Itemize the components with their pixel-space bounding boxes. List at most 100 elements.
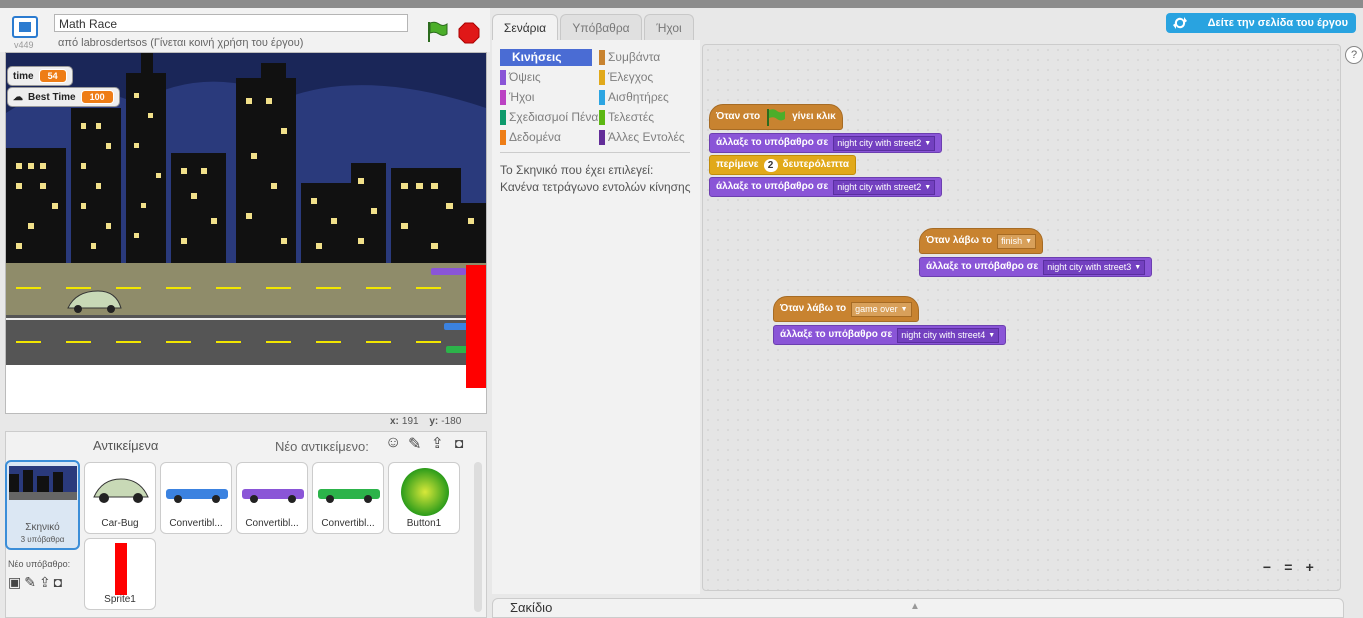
palette-message: Το Σκηνικό που έχει επιλεγεί: Κανένα τετ… xyxy=(500,162,690,196)
sprite1-thumb xyxy=(115,543,127,595)
message-dropdown[interactable]: game over ▼ xyxy=(851,301,912,317)
sprites-title: Αντικείμενα xyxy=(93,438,159,453)
mouse-coordinates: x: 191 y: -180 xyxy=(390,416,462,427)
sprite-tile[interactable]: Sprite1 xyxy=(84,538,156,610)
sprite-tile[interactable]: Button1 xyxy=(388,462,460,534)
project-title-input[interactable]: Math Race xyxy=(54,14,408,32)
when-flag-clicked-block[interactable]: Όταν στο γίνει κλικ xyxy=(709,104,843,130)
switch-backdrop-block[interactable]: άλλαξε το υπόβαθρο σε night city with st… xyxy=(919,257,1153,277)
backdrop-dropdown[interactable]: night city with street3 ▼ xyxy=(1043,259,1146,275)
y-value: -180 xyxy=(441,416,462,427)
stage-backdrop xyxy=(6,53,486,413)
category-looks[interactable]: Όψεις xyxy=(500,69,541,86)
category-pen[interactable]: Σχεδιασμοί Πένα xyxy=(500,109,598,126)
category-operators[interactable]: Τελεστές xyxy=(599,109,654,126)
category-control[interactable]: Έλεγχος xyxy=(599,69,653,86)
sprite-name: Sprite1 xyxy=(104,594,136,605)
zoom-reset-icon[interactable]: = xyxy=(1279,559,1297,575)
sprite-name: Car-Bug xyxy=(101,518,139,529)
choose-sprite-icon[interactable]: ☺ xyxy=(385,434,401,452)
cloud-icon: ☁ xyxy=(13,91,23,103)
red-bar-sprite xyxy=(466,265,486,388)
top-menu-strip xyxy=(0,0,1363,8)
zoom-in-icon[interactable]: + xyxy=(1301,559,1319,575)
switch-backdrop-block[interactable]: άλλαξε το υπόβαθρο σε night city with st… xyxy=(709,133,943,153)
upload-sprite-icon[interactable]: ⇪ xyxy=(431,434,444,452)
category-sound[interactable]: Ήχοι xyxy=(500,89,534,106)
new-sprite-label: Νέο αντικείμενο: xyxy=(275,439,369,454)
category-motion[interactable]: Κινήσεις xyxy=(500,49,592,66)
tab-scripts[interactable]: Σενάρια xyxy=(492,14,558,41)
time-monitor: time 54 xyxy=(7,66,73,86)
category-events[interactable]: Συμβάντα xyxy=(599,49,660,66)
version-label: v449 xyxy=(14,40,34,50)
convertible-purple xyxy=(431,268,466,275)
switch-backdrop-block[interactable]: άλλαξε το υπόβαθρο σε night city with st… xyxy=(773,325,1007,345)
sprite-name: Convertibl... xyxy=(245,518,299,529)
backpack-label: Σακίδιο xyxy=(510,600,553,615)
when-receive-block[interactable]: Όταν λάβω το finish ▼ xyxy=(919,228,1044,254)
dropdown-caret-icon: ▼ xyxy=(924,139,932,147)
best-time-value: 100 xyxy=(80,90,114,104)
button1-thumb xyxy=(401,468,449,516)
stage[interactable]: time 54 ☁ Best Time 100 xyxy=(5,52,487,414)
switch-backdrop-block[interactable]: άλλαξε το υπόβαθρο σε night city with st… xyxy=(709,177,943,197)
stage-thumb-image xyxy=(9,466,77,500)
sprite-name: Convertibl... xyxy=(321,518,375,529)
best-time-label: Best Time xyxy=(28,91,76,103)
convertible-blue-thumb xyxy=(166,489,228,503)
category-data[interactable]: Δεδομένα xyxy=(500,129,561,146)
palette-divider xyxy=(500,152,690,153)
best-time-monitor: ☁ Best Time 100 xyxy=(7,87,120,107)
car-bug-thumb xyxy=(93,478,149,503)
stage-thumb-sub: 3 υπόβαθρα xyxy=(20,535,65,544)
sprite-list-scrollbar[interactable] xyxy=(474,462,482,612)
palette-message-line2: Κανένα τετράγωνο εντολών κίνησης xyxy=(500,180,691,194)
green-flag-icon[interactable] xyxy=(425,20,449,44)
new-backdrop-label: Νέο υπόβαθρο: xyxy=(8,559,71,569)
sprite-tile[interactable]: Convertibl... xyxy=(160,462,232,534)
dropdown-caret-icon: ▼ xyxy=(924,183,932,191)
sprite-tile[interactable]: Convertibl... xyxy=(236,462,308,534)
time-label: time xyxy=(13,70,34,82)
palette-message-line1: Το Σκηνικό που έχει επιλεγεί: xyxy=(500,163,654,177)
see-project-page-button[interactable]: Δείτε την σελίδα του έργου xyxy=(1166,13,1356,33)
camera-sprite-icon[interactable]: ◘ xyxy=(455,435,463,451)
sprite-name: Convertibl... xyxy=(169,518,223,529)
chevron-up-icon[interactable]: ▲ xyxy=(910,601,920,612)
sprite-tile[interactable]: Car-Bug xyxy=(84,462,156,534)
stage-thumb-label: Σκηνικό xyxy=(25,522,60,533)
stop-icon[interactable] xyxy=(458,22,480,44)
green-flag-icon xyxy=(767,109,786,126)
help-icon[interactable]: ? xyxy=(1345,46,1363,64)
convertible-purple-thumb xyxy=(242,489,304,503)
tab-backdrops[interactable]: Υπόβαθρα xyxy=(560,14,642,41)
backdrop-dropdown[interactable]: night city with street2 ▼ xyxy=(833,135,936,151)
dropdown-caret-icon: ▼ xyxy=(1134,263,1142,271)
category-more-blocks[interactable]: Άλλες Εντολές xyxy=(599,129,685,146)
convertible-green-thumb xyxy=(318,489,380,503)
fullscreen-icon[interactable] xyxy=(12,16,38,38)
sprite-tile[interactable]: Convertibl... xyxy=(312,462,384,534)
dropdown-caret-icon: ▼ xyxy=(900,305,908,313)
time-value: 54 xyxy=(38,69,67,83)
share-button-label: Δείτε την σελίδα του έργου xyxy=(1207,17,1348,29)
wait-block[interactable]: περίμενε 2 δευτερόλεπτα xyxy=(709,155,856,175)
category-sensing[interactable]: Αισθητήρες xyxy=(599,89,669,106)
stage-thumbnail[interactable]: Σκηνικό 3 υπόβαθρα xyxy=(5,460,80,550)
author-line: από labrosdertsos (Γίνεται κοινή χρήση τ… xyxy=(58,37,304,49)
when-receive-block[interactable]: Όταν λάβω το game over ▼ xyxy=(773,296,919,322)
sprite-name: Button1 xyxy=(406,518,442,529)
wait-seconds-input[interactable]: 2 xyxy=(763,158,778,172)
backdrop-dropdown[interactable]: night city with street2 ▼ xyxy=(833,179,936,195)
dropdown-caret-icon: ▼ xyxy=(1025,237,1033,245)
share-icon xyxy=(1173,17,1187,29)
paint-sprite-icon[interactable]: ✎ xyxy=(408,434,421,454)
tab-sounds[interactable]: Ήχοι xyxy=(644,14,694,41)
backdrop-dropdown[interactable]: night city with street4 ▼ xyxy=(897,327,1000,343)
zoom-out-icon[interactable]: − xyxy=(1258,559,1276,575)
x-value: 191 xyxy=(401,416,419,427)
message-dropdown[interactable]: finish ▼ xyxy=(997,233,1037,249)
zoom-controls: − = + xyxy=(1258,559,1319,575)
new-backdrop-icons[interactable]: ▣✎⇪◘ xyxy=(8,574,65,591)
